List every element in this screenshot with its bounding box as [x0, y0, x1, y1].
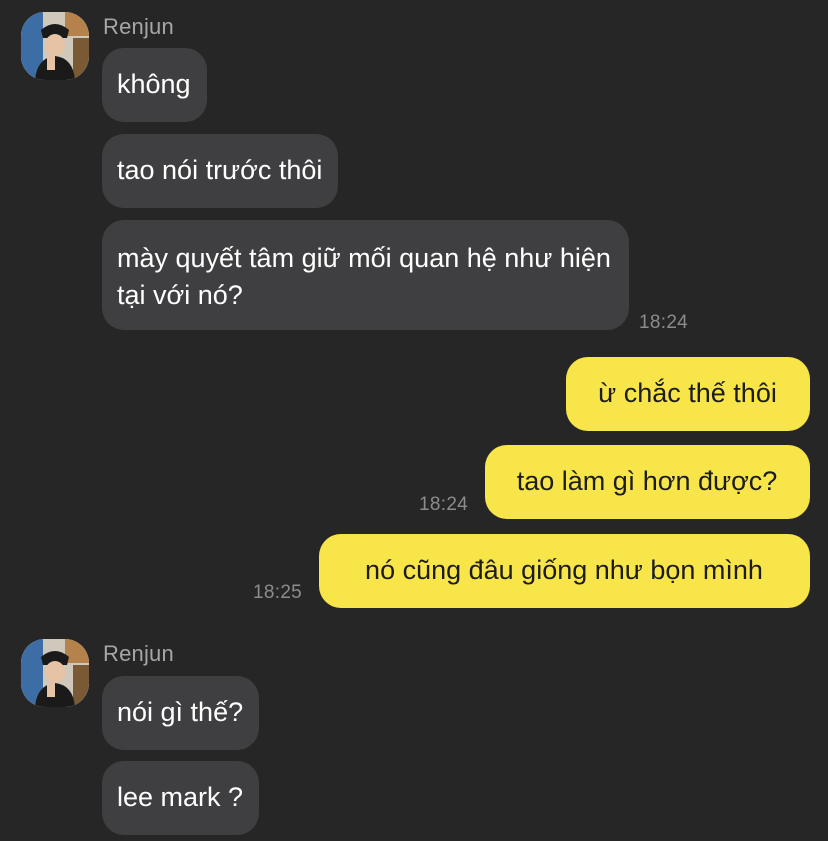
message-bubble-incoming[interactable]: nói gì thế?	[102, 676, 260, 750]
chat-thread[interactable]: Renjun không tao nói trước thôi mày quyế…	[0, 0, 828, 841]
message-timestamp: 18:24	[419, 494, 469, 515]
message-timestamp: 18:24	[639, 312, 689, 333]
renjun-avatar[interactable]	[21, 12, 89, 80]
message-bubble-outgoing[interactable]: ừ chắc thế thôi	[566, 357, 810, 431]
message-bubble-outgoing[interactable]: tao làm gì hơn được?	[485, 445, 810, 519]
message-bubble-incoming[interactable]: lee mark ?	[102, 761, 260, 835]
message-bubble-incoming[interactable]: mày quyết tâm giữ mối quan hệ như hiện t…	[102, 220, 629, 330]
sender-name: Renjun	[103, 641, 174, 666]
sender-name: Renjun	[103, 14, 174, 39]
message-timestamp: 18:25	[253, 582, 303, 603]
renjun-avatar[interactable]	[21, 639, 89, 707]
user-avatar-icon	[21, 639, 89, 707]
user-avatar-icon	[21, 12, 89, 80]
message-bubble-incoming[interactable]: tao nói trước thôi	[102, 134, 339, 208]
message-bubble-outgoing[interactable]: nó cũng đâu giống như bọn mình	[319, 534, 810, 608]
message-bubble-incoming[interactable]: không	[102, 48, 207, 122]
